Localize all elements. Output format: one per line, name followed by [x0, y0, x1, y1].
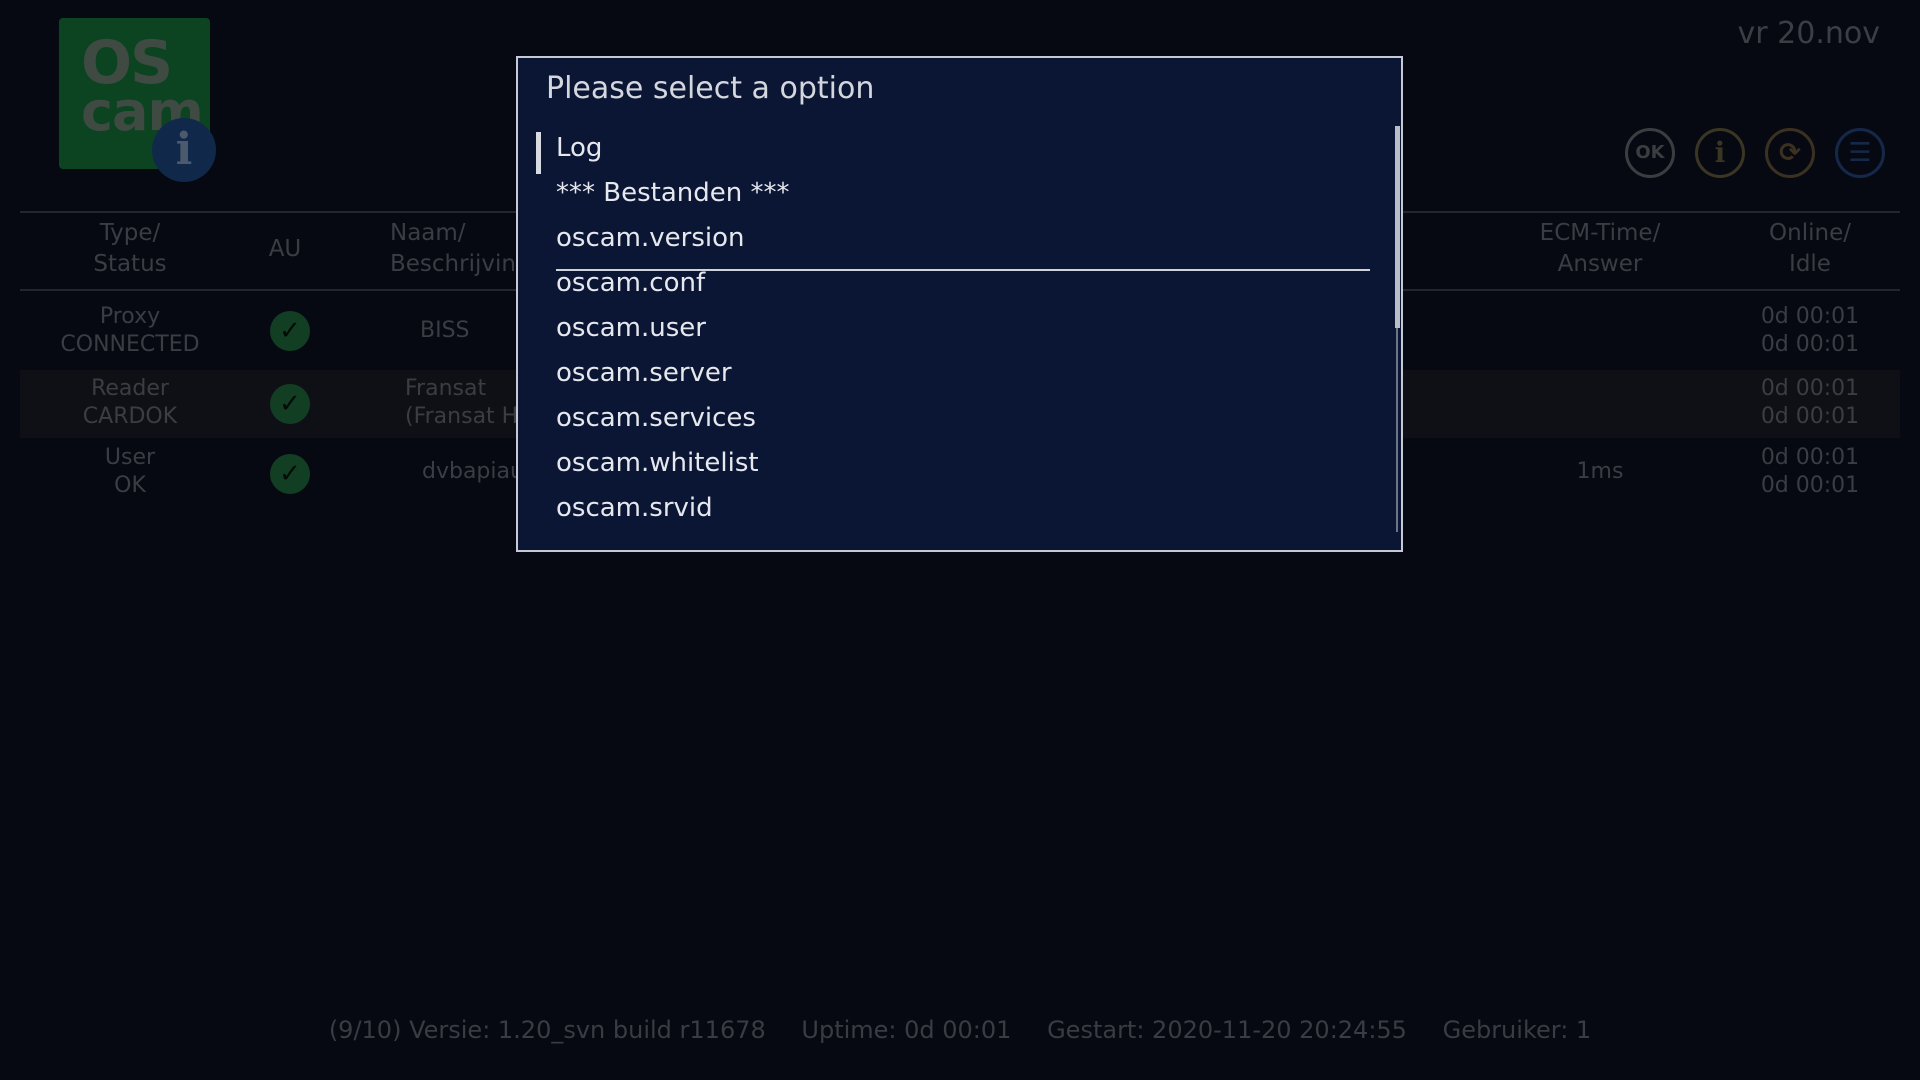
header-online-idle: Online/ Idle — [1769, 220, 1851, 277]
row-type-status: User OK — [104, 445, 156, 498]
option-oscam-services[interactable]: oscam.services — [556, 396, 1366, 441]
check-icon: ✓ — [270, 454, 310, 494]
option-oscam-whitelist[interactable]: oscam.whitelist — [556, 441, 1366, 486]
header-ecm-time: ECM-Time/ Answer — [1539, 220, 1661, 277]
status-user: Gebruiker: 1 — [1442, 1016, 1592, 1044]
row-online-idle: 0d 00:01 0d 00:01 — [1760, 304, 1860, 357]
oscam-logo: OS cam i — [59, 18, 216, 182]
scrollbar-thumb[interactable] — [1395, 126, 1400, 328]
screen: OS cam i vr 20.nov OK i ⟳ ☰ Type/ Status… — [0, 0, 1920, 1080]
option-oscam-srvid[interactable]: oscam.srvid — [556, 486, 1366, 531]
row-type-status: Reader CARDOK — [82, 376, 178, 429]
option-oscam-user[interactable]: oscam.user — [556, 306, 1366, 351]
check-icon: ✓ — [270, 311, 310, 351]
header-type-status: Type/ Status — [93, 220, 167, 277]
check-icon: ✓ — [270, 384, 310, 424]
refresh-icon[interactable]: ⟳ — [1765, 128, 1815, 178]
row-ecm-time: 1ms — [1576, 459, 1624, 484]
info-icon[interactable]: i — [1695, 128, 1745, 178]
logo-info-icon: i — [152, 118, 216, 182]
selection-indicator — [536, 132, 541, 174]
row-type-status: Proxy CONNECTED — [60, 304, 200, 357]
status-uptime: Uptime: 0d 00:01 — [801, 1016, 1012, 1044]
header-au: AU — [268, 236, 302, 262]
clock: vr 20.nov — [1737, 16, 1880, 51]
option-bestanden-header: *** Bestanden *** — [556, 178, 790, 208]
status-bar: (9/10) Versie: 1.20_svn build r11678 Upt… — [0, 1016, 1920, 1044]
status-started: Gestart: 2020-11-20 20:24:55 — [1047, 1016, 1407, 1044]
option-oscam-server[interactable]: oscam.server — [556, 351, 1366, 396]
status-version: (9/10) Versie: 1.20_svn build r11678 — [328, 1016, 766, 1044]
menu-icon[interactable]: ☰ — [1835, 128, 1885, 178]
row-online-idle: 0d 00:01 0d 00:01 — [1760, 376, 1860, 429]
ok-icon[interactable]: OK — [1625, 128, 1675, 178]
option-oscam-version[interactable]: oscam.version — [556, 216, 1366, 261]
dialog-title: Please select a option — [546, 71, 875, 106]
option-dialog: Please select a option Log *** Bestanden… — [516, 56, 1403, 552]
row-online-idle: 0d 00:01 0d 00:01 — [1760, 445, 1860, 498]
option-log[interactable]: Log — [556, 126, 1366, 171]
option-oscam-conf[interactable]: oscam.conf — [556, 261, 1366, 306]
option-list[interactable]: Log *** Bestanden *** oscam.version osca… — [536, 126, 1400, 536]
